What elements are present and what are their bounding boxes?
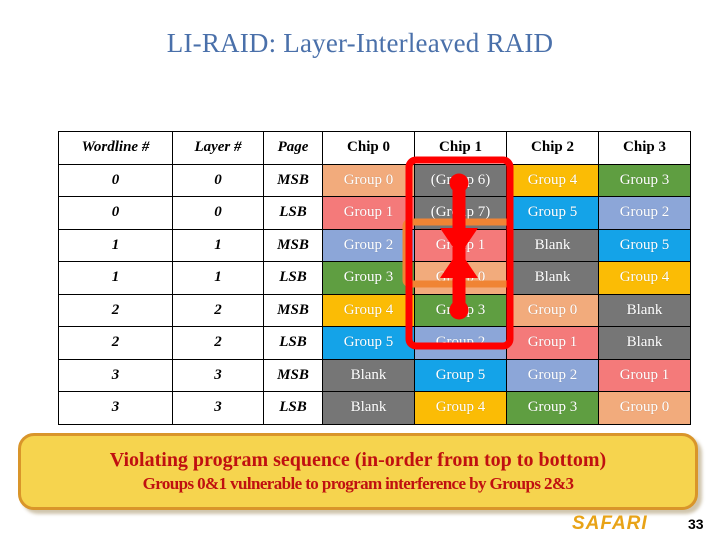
cell-wordline: 2 <box>58 293 173 327</box>
cell-page: LSB <box>263 391 323 425</box>
callout-line-2: Groups 0&1 vulnerable to program interfe… <box>142 474 574 494</box>
cell-chip-1: Group 3 <box>414 293 507 327</box>
cell-wordline: 1 <box>58 261 173 295</box>
cell-page: LSB <box>263 326 323 360</box>
table-row: 2 2 MSB Group 4 Group 3 Group 0 Blank <box>58 293 691 327</box>
column-header-chip-2: Chip 2 <box>506 131 599 165</box>
cell-page: MSB <box>263 358 323 392</box>
safari-logo: SAFARI <box>572 513 648 534</box>
table-body: 0 0 MSB Group 0 (Group 6) Group 4 Group 3 0 0 LSB… <box>58 163 691 425</box>
cell-chip-3: Group 4 <box>598 261 691 295</box>
cell-layer: 0 <box>172 163 264 197</box>
cell-chip-1: Group 0 <box>414 261 507 295</box>
table-row: 1 1 MSB Group 2 Group 1 Blank Group 5 <box>58 228 691 262</box>
page-number: 33 <box>688 516 704 532</box>
cell-chip-0: Group 0 <box>322 163 415 197</box>
cell-chip-1: Group 2 <box>414 326 507 360</box>
cell-chip-2: Group 4 <box>506 163 599 197</box>
table-row: 3 3 MSB Blank Group 5 Group 2 Group 1 <box>58 358 691 392</box>
column-header-chip-3: Chip 3 <box>598 131 691 165</box>
column-header-page: Page <box>263 131 323 165</box>
cell-layer: 1 <box>172 261 264 295</box>
cell-chip-1: Group 4 <box>414 391 507 425</box>
cell-layer: 3 <box>172 391 264 425</box>
cell-chip-1: Group 5 <box>414 358 507 392</box>
raid-mapping-table: Wordline # Layer # Page Chip 0 Chip 1 Ch… <box>58 131 691 425</box>
cell-chip-1: Group 1 <box>414 228 507 262</box>
callout-box: Violating program sequence (in-order fro… <box>18 433 698 510</box>
page-title: LI-RAID: Layer-Interleaved RAID <box>166 28 554 58</box>
callout-line-1: Violating program sequence (in-order fro… <box>109 449 607 472</box>
cell-chip-3: Group 0 <box>598 391 691 425</box>
cell-wordline: 1 <box>58 228 173 262</box>
cell-chip-3: Group 5 <box>598 228 691 262</box>
cell-chip-0: Blank <box>322 358 415 392</box>
cell-chip-2: Group 3 <box>506 391 599 425</box>
cell-chip-2: Blank <box>506 261 599 295</box>
cell-chip-2: Group 1 <box>506 326 599 360</box>
cell-layer: 2 <box>172 326 264 360</box>
cell-layer: 0 <box>172 196 264 230</box>
cell-chip-2: Group 5 <box>506 196 599 230</box>
column-header-layer: Layer # <box>172 131 264 165</box>
table-row: 2 2 LSB Group 5 Group 2 Group 1 Blank <box>58 326 691 360</box>
cell-chip-1: (Group 7) <box>414 196 507 230</box>
cell-page: LSB <box>263 261 323 295</box>
column-header-wordline: Wordline # <box>58 131 173 165</box>
table-row: 0 0 LSB Group 1 (Group 7) Group 5 Group 2 <box>58 196 691 230</box>
cell-chip-0: Group 4 <box>322 293 415 327</box>
cell-chip-0: Group 3 <box>322 261 415 295</box>
cell-wordline: 0 <box>58 163 173 197</box>
cell-chip-2: Group 0 <box>506 293 599 327</box>
cell-wordline: 0 <box>58 196 173 230</box>
cell-chip-3: Group 2 <box>598 196 691 230</box>
table-row: 3 3 LSB Blank Group 4 Group 3 Group 0 <box>58 391 691 425</box>
table-row: 0 0 MSB Group 0 (Group 6) Group 4 Group 3 <box>58 163 691 197</box>
cell-wordline: 3 <box>58 358 173 392</box>
cell-wordline: 3 <box>58 391 173 425</box>
cell-page: MSB <box>263 228 323 262</box>
table-header-row: Wordline # Layer # Page Chip 0 Chip 1 Ch… <box>58 131 691 165</box>
cell-chip-3: Blank <box>598 293 691 327</box>
cell-page: MSB <box>263 293 323 327</box>
cell-layer: 3 <box>172 358 264 392</box>
cell-wordline: 2 <box>58 326 173 360</box>
cell-chip-0: Group 5 <box>322 326 415 360</box>
cell-chip-0: Blank <box>322 391 415 425</box>
cell-chip-3: Group 1 <box>598 358 691 392</box>
column-header-chip-1: Chip 1 <box>414 131 507 165</box>
cell-layer: 1 <box>172 228 264 262</box>
cell-page: LSB <box>263 196 323 230</box>
cell-chip-3: Blank <box>598 326 691 360</box>
cell-chip-2: Group 2 <box>506 358 599 392</box>
cell-chip-3: Group 3 <box>598 163 691 197</box>
cell-layer: 2 <box>172 293 264 327</box>
column-header-chip-0: Chip 0 <box>322 131 415 165</box>
cell-page: MSB <box>263 163 323 197</box>
table-row: 1 1 LSB Group 3 Group 0 Blank Group 4 <box>58 261 691 295</box>
cell-chip-1: (Group 6) <box>414 163 507 197</box>
cell-chip-0: Group 1 <box>322 196 415 230</box>
cell-chip-2: Blank <box>506 228 599 262</box>
cell-chip-0: Group 2 <box>322 228 415 262</box>
